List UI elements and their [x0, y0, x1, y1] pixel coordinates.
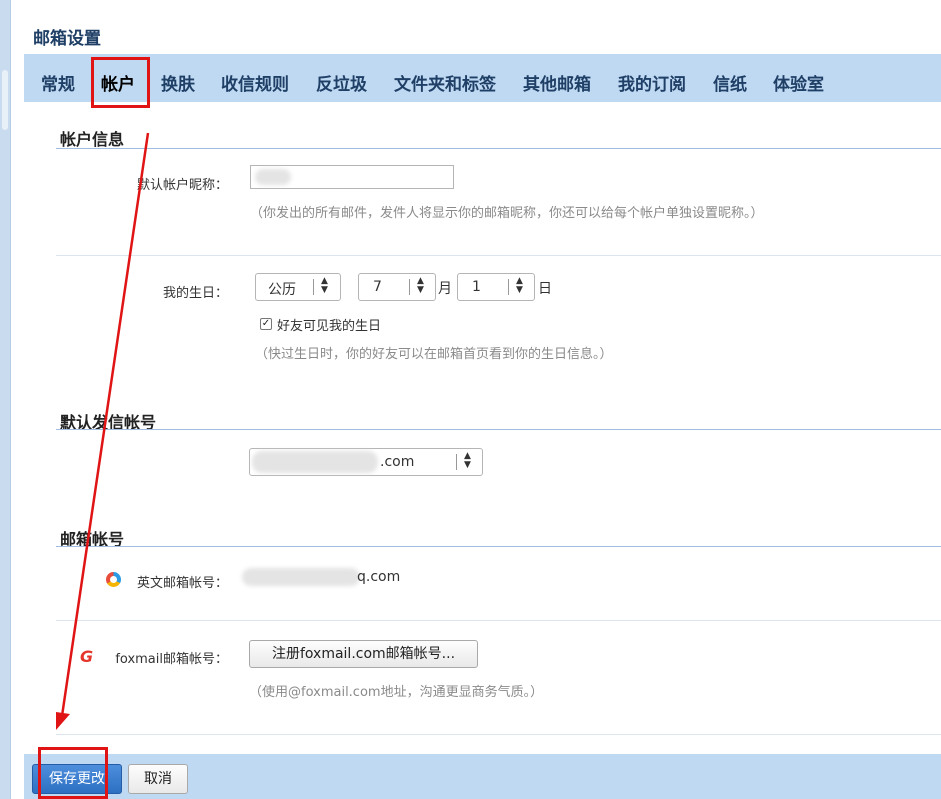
cancel-button[interactable]: 取消: [128, 764, 188, 794]
birthday-label: 我的生日：: [162, 286, 228, 301]
left-window-edge: [0, 0, 10, 799]
month-select-value: 7: [373, 279, 382, 295]
foxmail-account-label: foxmail邮箱帐号：: [115, 652, 228, 667]
tab-skin[interactable]: 换肤: [161, 70, 195, 95]
english-account-label: 英文邮箱帐号：: [136, 576, 228, 591]
redacted-blur: [242, 568, 360, 586]
tab-my-subscriptions[interactable]: 我的订阅: [618, 70, 686, 95]
nickname-input[interactable]: [250, 165, 454, 189]
section-line: [56, 148, 941, 149]
tab-anti-spam[interactable]: 反垃圾: [316, 70, 367, 95]
select-arrows-icon: ▲ ▼: [464, 451, 471, 470]
month-select[interactable]: 7 ▲ ▼: [358, 273, 436, 301]
select-separator: [409, 279, 410, 295]
tab-other-mailboxes[interactable]: 其他邮箱: [523, 70, 591, 95]
row-divider: [56, 620, 941, 621]
default-sender-select[interactable]: .com ▲ ▼: [249, 448, 483, 476]
tab-folders-labels[interactable]: 文件夹和标签: [394, 70, 496, 95]
row-divider: [56, 255, 941, 256]
calendar-select[interactable]: 公历 ▲ ▼: [255, 273, 341, 301]
select-separator: [456, 454, 457, 470]
page-title: 邮箱设置: [33, 29, 101, 49]
month-unit: 月: [438, 281, 452, 297]
section-line: [56, 429, 941, 430]
foxmail-icon: G: [80, 647, 94, 666]
redacted-blur: [252, 451, 378, 473]
select-arrows-icon: ▲ ▼: [417, 276, 424, 295]
register-foxmail-button[interactable]: 注册foxmail.com邮箱帐号...: [249, 640, 478, 668]
tab-general[interactable]: 常规: [41, 70, 75, 95]
redacted-blur: [255, 169, 291, 185]
day-select-value: 1: [472, 279, 481, 295]
nickname-label: 默认帐户昵称：: [136, 178, 228, 193]
day-select[interactable]: 1 ▲ ▼: [457, 273, 535, 301]
friends-visible-checkbox[interactable]: ✓: [260, 318, 272, 330]
friends-visible-label: 好友可见我的生日: [277, 319, 382, 334]
calendar-select-value: 公历: [268, 282, 296, 298]
foxmail-hint: （使用@foxmail.com地址，沟通更显商务气质。）: [249, 685, 544, 700]
tab-lab[interactable]: 体验室: [773, 70, 824, 95]
tab-stationery[interactable]: 信纸: [713, 70, 747, 95]
english-account-value: q.com: [357, 569, 401, 585]
birthday-hint: （快过生日时，你的好友可以在邮箱首页看到你的生日信息。）: [255, 347, 613, 362]
tab-receive-rules[interactable]: 收信规则: [221, 70, 289, 95]
nickname-hint: （你发出的所有邮件，发件人将显示你的邮箱昵称，你还可以给每个帐户单独设置昵称。）: [250, 206, 764, 221]
left-scroll-nub: [2, 70, 8, 130]
select-arrows-icon: ▲ ▼: [321, 276, 328, 295]
select-separator: [508, 279, 509, 295]
footer-bar: 保存更改 取消: [24, 754, 941, 799]
section-title-account-info: 帐户信息: [60, 130, 125, 149]
qq-mail-icon: [106, 572, 121, 587]
default-sender-value: .com: [380, 454, 415, 470]
select-separator: [313, 279, 314, 295]
settings-content: 帐户信息 默认帐户昵称： （你发出的所有邮件，发件人将显示你的邮箱昵称，你还可以…: [24, 102, 941, 754]
select-arrows-icon: ▲ ▼: [516, 276, 523, 295]
save-button[interactable]: 保存更改: [32, 764, 122, 794]
day-unit: 日: [538, 281, 552, 297]
settings-tab-bar: 常规 帐户 换肤 收信规则 反垃圾 文件夹和标签 其他邮箱 我的订阅 信纸 体验…: [24, 54, 941, 102]
row-divider: [56, 734, 941, 735]
tab-account[interactable]: 帐户: [101, 70, 135, 95]
section-line: [56, 546, 941, 547]
